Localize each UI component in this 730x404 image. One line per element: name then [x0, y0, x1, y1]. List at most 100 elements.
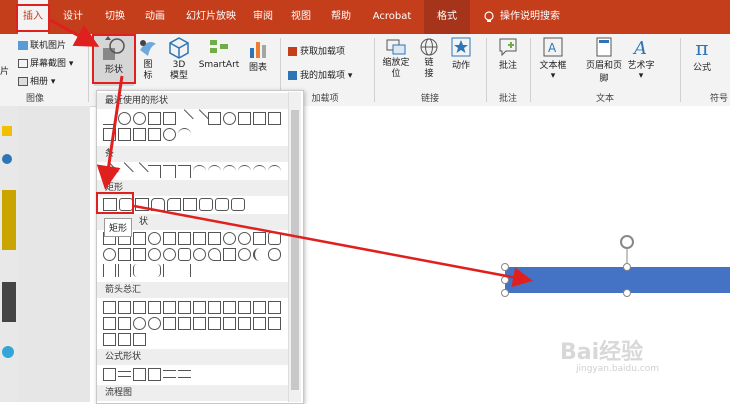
scrollbar-thumb[interactable]: [291, 110, 299, 390]
arrow-item[interactable]: [103, 301, 116, 314]
textbox-button[interactable]: A 文本框 ▾: [536, 36, 570, 81]
shape-item[interactable]: [118, 248, 131, 261]
shape-item[interactable]: [208, 112, 221, 125]
equal-item[interactable]: [163, 370, 176, 378]
header-footer-button[interactable]: 页眉和页脚: [582, 36, 626, 84]
shape-item[interactable]: [238, 232, 251, 245]
arrow-item[interactable]: [118, 333, 131, 346]
slide-thumbnails-pane[interactable]: [18, 106, 90, 402]
rectangle-item[interactable]: [199, 198, 213, 211]
arrow-item[interactable]: [103, 333, 116, 346]
rectangle-item[interactable]: [231, 198, 245, 211]
tab-animations[interactable]: 动画: [138, 0, 172, 34]
rectangle-item[interactable]: [151, 198, 165, 211]
action-button[interactable]: 动作: [448, 36, 474, 71]
tab-view[interactable]: 视图: [286, 0, 316, 34]
arrow-item[interactable]: [103, 317, 116, 330]
shape-item[interactable]: [163, 112, 176, 125]
link-button[interactable]: 链接: [418, 36, 440, 80]
tab-slideshow[interactable]: 幻灯片放映: [180, 0, 242, 34]
shape-item[interactable]: [190, 109, 209, 128]
arrow-item[interactable]: [238, 301, 251, 314]
smartart-button[interactable]: SmartArt: [196, 36, 242, 70]
tab-transitions[interactable]: 切换: [98, 0, 132, 34]
arrow-item[interactable]: [193, 317, 206, 330]
shape-item[interactable]: [118, 112, 131, 125]
shape-item[interactable]: [103, 248, 116, 261]
gallery-scrollbar[interactable]: [288, 92, 301, 402]
line-item[interactable]: [208, 165, 221, 178]
shape-item[interactable]: [163, 232, 176, 245]
shape-item[interactable]: [163, 128, 176, 141]
shape-item[interactable]: [133, 232, 146, 245]
arrow-item[interactable]: [208, 301, 221, 314]
arrow-item[interactable]: [133, 317, 146, 330]
arrow-item[interactable]: [178, 317, 191, 330]
chart-button[interactable]: 图表: [244, 36, 272, 73]
line-item[interactable]: [148, 165, 161, 178]
icons-button[interactable]: 图标: [136, 36, 160, 82]
divide-item[interactable]: [148, 368, 161, 381]
rectangle-shape[interactable]: [505, 267, 730, 293]
arrow-item[interactable]: [148, 317, 161, 330]
shape-item[interactable]: [253, 112, 266, 125]
shape-item[interactable]: [118, 264, 131, 277]
3d-models-button[interactable]: 3D 模型: [164, 36, 194, 82]
shape-item[interactable]: [148, 128, 161, 141]
shape-item[interactable]: [148, 248, 161, 261]
zoom-button[interactable]: 缩放定位: [378, 36, 414, 80]
arrow-item[interactable]: [148, 301, 161, 314]
shape-item[interactable]: [178, 128, 191, 141]
line-item[interactable]: [193, 165, 206, 178]
shape-item[interactable]: [118, 128, 131, 141]
equation-button[interactable]: π 公式: [688, 36, 716, 73]
resize-handle[interactable]: [623, 289, 631, 297]
arrow-item[interactable]: [163, 317, 176, 330]
shape-item[interactable]: [223, 112, 236, 125]
screenshot-button[interactable]: 屏幕截图 ▾: [18, 56, 73, 69]
line-item[interactable]: [178, 165, 191, 178]
arrow-item[interactable]: [193, 301, 206, 314]
my-addins-button[interactable]: 我的加载项 ▾: [288, 68, 352, 81]
shape-item[interactable]: [148, 232, 161, 245]
arrow-item[interactable]: [268, 301, 281, 314]
smiley-item[interactable]: [193, 248, 206, 261]
shape-item[interactable]: [103, 112, 116, 125]
shape-item[interactable]: [133, 128, 146, 141]
tab-help[interactable]: 帮助: [326, 0, 356, 34]
arrow-item[interactable]: [133, 333, 146, 346]
resize-handle[interactable]: [501, 263, 509, 271]
resize-handle[interactable]: [501, 289, 509, 297]
shape-item[interactable]: [148, 264, 161, 277]
line-item[interactable]: [238, 165, 251, 178]
arrow-item[interactable]: [253, 317, 266, 330]
tab-design[interactable]: 设计: [56, 0, 90, 34]
shape-item[interactable]: [238, 112, 251, 125]
photo-album-button[interactable]: 相册 ▾: [18, 74, 55, 87]
shape-item[interactable]: [133, 112, 146, 125]
comment-button[interactable]: 批注: [494, 36, 522, 71]
shape-item[interactable]: [268, 112, 281, 125]
shape-item[interactable]: [133, 264, 146, 277]
get-addins-button[interactable]: 获取加载项: [288, 44, 345, 57]
line-item[interactable]: [130, 162, 149, 181]
moon-item[interactable]: [253, 248, 266, 261]
shape-item[interactable]: [103, 264, 116, 277]
shape-item[interactable]: [163, 248, 176, 261]
sun-item[interactable]: [238, 248, 251, 261]
arrow-item[interactable]: [118, 317, 131, 330]
arrow-item[interactable]: [208, 317, 221, 330]
line-item[interactable]: [253, 165, 266, 178]
wordart-button[interactable]: A 艺术字 ▾: [624, 36, 658, 81]
line-item[interactable]: [223, 165, 236, 178]
shape-item[interactable]: [223, 248, 236, 261]
rectangle-item[interactable]: [135, 198, 149, 211]
tab-review[interactable]: 审阅: [248, 0, 278, 34]
rectangle-item[interactable]: [215, 198, 229, 211]
shape-item[interactable]: [178, 232, 191, 245]
rectangle-item[interactable]: [167, 198, 181, 211]
slide-canvas[interactable]: [300, 106, 730, 402]
shape-item[interactable]: [163, 264, 176, 277]
line-item[interactable]: [163, 165, 176, 178]
arrow-item[interactable]: [178, 301, 191, 314]
